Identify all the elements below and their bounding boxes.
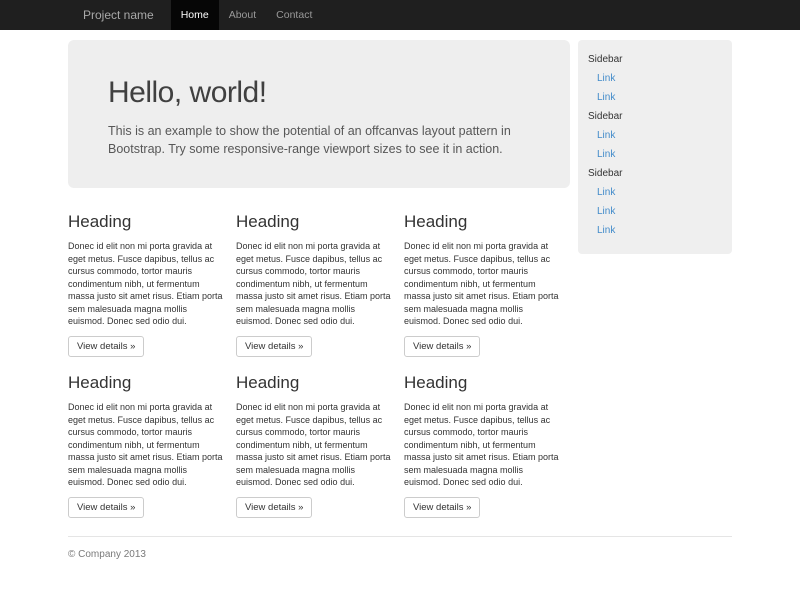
- sidebar-link[interactable]: Link: [588, 225, 722, 236]
- sidebar-link[interactable]: Link: [588, 149, 722, 160]
- nav-link-contact[interactable]: Contact: [266, 0, 322, 30]
- sidebar-group-heading: Sidebar: [588, 50, 722, 69]
- card-heading: Heading: [236, 212, 391, 232]
- view-details-button[interactable]: View details »: [68, 336, 144, 357]
- card-body: Donec id elit non mi porta gravida at eg…: [68, 401, 223, 489]
- page-footer: © Company 2013: [68, 536, 732, 590]
- sidebar-nav-list: Sidebar Link Link Sidebar Link Link Side…: [588, 50, 722, 240]
- main-column: Hello, world! This is an example to show…: [68, 40, 570, 526]
- card-body: Donec id elit non mi porta gravida at eg…: [68, 240, 223, 328]
- sidebar-column: Sidebar Link Link Sidebar Link Link Side…: [578, 40, 732, 254]
- sidebar-link-item[interactable]: Link: [588, 126, 722, 145]
- card: Heading Donec id elit non mi porta gravi…: [404, 204, 559, 357]
- sidebar-link-item[interactable]: Link: [588, 145, 722, 164]
- sidebar-link-item[interactable]: Link: [588, 88, 722, 107]
- card-heading: Heading: [404, 373, 559, 393]
- sidebar-link-item[interactable]: Link: [588, 221, 722, 240]
- card-heading: Heading: [236, 373, 391, 393]
- card-body: Donec id elit non mi porta gravida at eg…: [404, 240, 559, 328]
- sidebar-link-item[interactable]: Link: [588, 202, 722, 221]
- sidebar-link[interactable]: Link: [588, 187, 722, 198]
- sidebar: Sidebar Link Link Sidebar Link Link Side…: [578, 40, 732, 254]
- nav-item-contact[interactable]: Contact: [266, 0, 322, 30]
- nav-item-about[interactable]: About: [219, 0, 266, 30]
- card: Heading Donec id elit non mi porta gravi…: [404, 365, 559, 518]
- card-body: Donec id elit non mi porta gravida at eg…: [404, 401, 559, 489]
- cards-grid: Heading Donec id elit non mi porta gravi…: [68, 204, 570, 526]
- jumbotron-body: This is an example to show the potential…: [108, 122, 530, 158]
- view-details-button[interactable]: View details »: [404, 336, 480, 357]
- sidebar-group-heading: Sidebar: [588, 107, 722, 126]
- card: Heading Donec id elit non mi porta gravi…: [68, 204, 223, 357]
- card: Heading Donec id elit non mi porta gravi…: [236, 204, 391, 357]
- copyright-text: © Company 2013: [68, 549, 732, 560]
- nav-link-home[interactable]: Home: [171, 0, 219, 30]
- view-details-button[interactable]: View details »: [236, 336, 312, 357]
- card-body: Donec id elit non mi porta gravida at eg…: [236, 401, 391, 489]
- sidebar-link-item[interactable]: Link: [588, 69, 722, 88]
- page-container: Hello, world! This is an example to show…: [68, 40, 732, 590]
- card-heading: Heading: [68, 373, 223, 393]
- card-heading: Heading: [404, 212, 559, 232]
- card: Heading Donec id elit non mi porta gravi…: [68, 365, 223, 518]
- card-heading: Heading: [68, 212, 223, 232]
- jumbotron: Hello, world! This is an example to show…: [68, 40, 570, 188]
- navbar: Project name Home About Contact: [0, 0, 800, 30]
- sidebar-link[interactable]: Link: [588, 73, 722, 84]
- sidebar-link[interactable]: Link: [588, 206, 722, 217]
- sidebar-link[interactable]: Link: [588, 130, 722, 141]
- navbar-inner: Project name Home About Contact: [68, 0, 732, 30]
- nav-item-home[interactable]: Home: [171, 0, 219, 30]
- jumbotron-title: Hello, world!: [108, 76, 530, 110]
- view-details-button[interactable]: View details »: [68, 497, 144, 518]
- card: Heading Donec id elit non mi porta gravi…: [236, 365, 391, 518]
- content-row: Hello, world! This is an example to show…: [68, 40, 732, 526]
- sidebar-group-heading: Sidebar: [588, 164, 722, 183]
- navbar-nav: Home About Contact: [171, 0, 323, 30]
- card-body: Donec id elit non mi porta gravida at eg…: [236, 240, 391, 328]
- navbar-brand[interactable]: Project name: [68, 0, 169, 30]
- sidebar-link[interactable]: Link: [588, 92, 722, 103]
- sidebar-link-item[interactable]: Link: [588, 183, 722, 202]
- nav-link-about[interactable]: About: [219, 0, 266, 30]
- view-details-button[interactable]: View details »: [236, 497, 312, 518]
- view-details-button[interactable]: View details »: [404, 497, 480, 518]
